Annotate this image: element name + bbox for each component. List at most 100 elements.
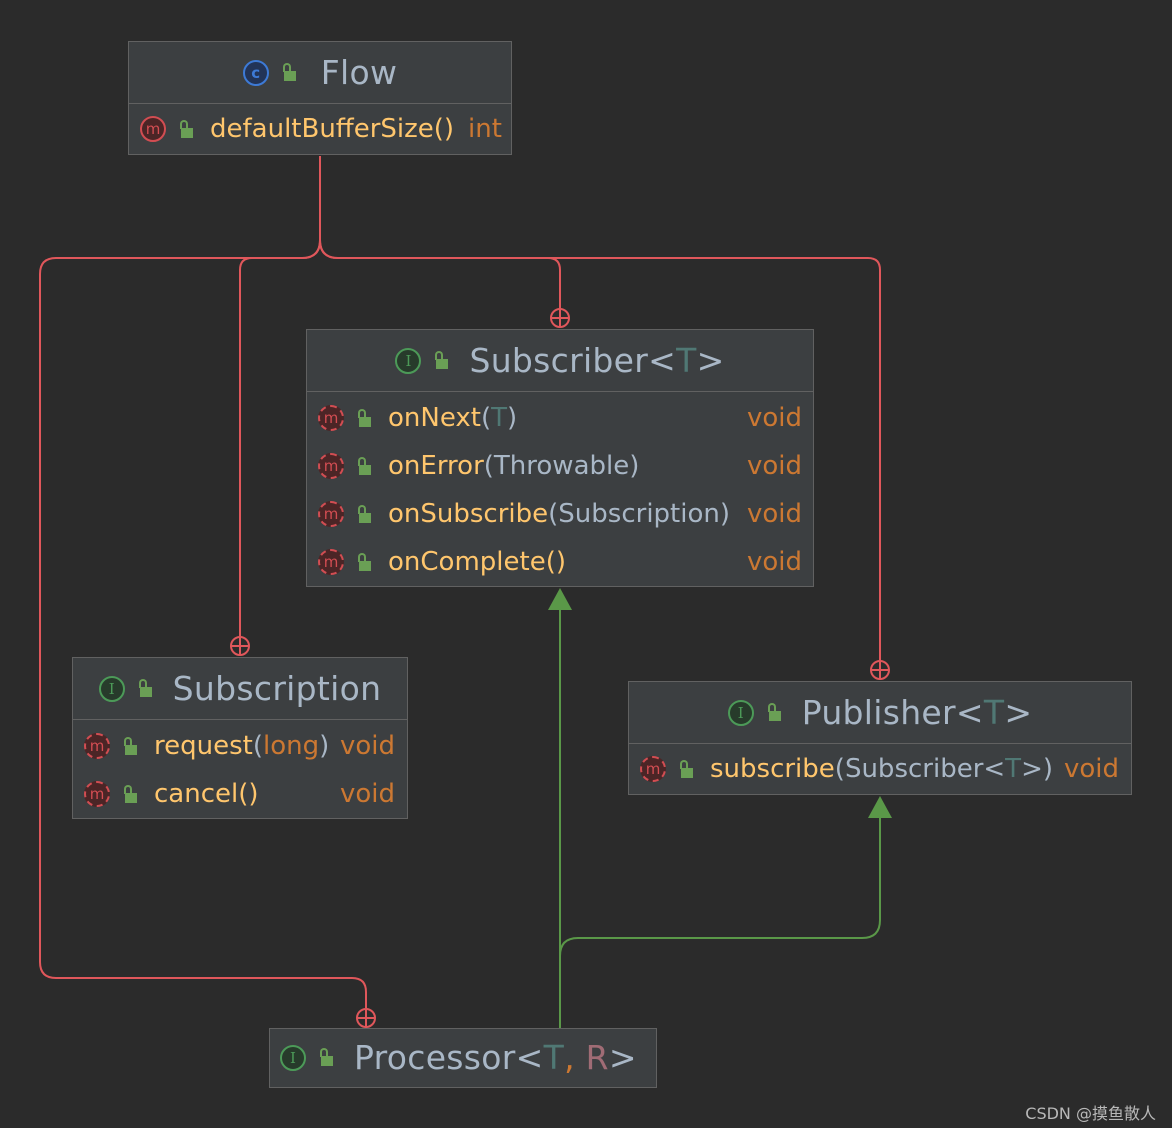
paren-open: ( bbox=[834, 754, 845, 784]
public-lock-icon bbox=[281, 63, 297, 82]
return-type: void bbox=[747, 451, 803, 481]
type-param: T bbox=[983, 693, 1005, 732]
param-type-arg: T bbox=[1005, 754, 1022, 784]
type-close: > bbox=[608, 1038, 637, 1077]
method-args: () bbox=[238, 779, 259, 809]
public-lock-icon bbox=[137, 679, 153, 698]
class-icon: c bbox=[242, 59, 269, 86]
return-type: void bbox=[747, 499, 803, 529]
param-type-close: > bbox=[1021, 754, 1043, 784]
abstract-method-icon: m bbox=[318, 405, 344, 431]
edge-processor-extends-publisher bbox=[559, 816, 881, 1028]
type-sep: , bbox=[564, 1038, 586, 1077]
subscription-methods: m request(long) void m cancel() void bbox=[73, 720, 407, 818]
publisher-title: Publisher<T> bbox=[802, 693, 1033, 732]
type-param-r: R bbox=[585, 1038, 609, 1077]
method-name: cancel bbox=[154, 779, 239, 809]
abstract-method-icon: m bbox=[640, 756, 666, 782]
return-type: void bbox=[1064, 754, 1120, 784]
subscriber-header: I Subscriber<T> bbox=[307, 330, 813, 392]
subscriber-methods: m onNext(T) void m onError(Throwable) vo… bbox=[307, 392, 813, 586]
method-name: onComplete bbox=[388, 547, 546, 577]
public-lock-icon bbox=[766, 703, 782, 722]
interface-icon: I bbox=[98, 675, 125, 702]
type-close: > bbox=[1004, 693, 1033, 732]
paren-close: ) bbox=[319, 731, 330, 761]
paren-open: ( bbox=[252, 731, 263, 761]
subscription-header: I Subscription bbox=[73, 658, 407, 720]
interface-icon: I bbox=[395, 347, 422, 374]
type-close: > bbox=[696, 341, 725, 380]
return-type: void bbox=[340, 731, 396, 761]
paren-close: ) bbox=[1042, 754, 1054, 784]
abstract-method-icon: m bbox=[318, 453, 344, 479]
abstract-method-icon: m bbox=[84, 733, 110, 759]
flow-header: c Flow bbox=[129, 42, 511, 104]
param-type: T bbox=[491, 403, 508, 433]
paren-close: ) bbox=[629, 451, 640, 481]
method-name: defaultBufferSize bbox=[210, 114, 434, 144]
type-open: < bbox=[955, 693, 984, 732]
abstract-method-icon: m bbox=[318, 501, 344, 527]
edge-flow-subscriber bbox=[319, 156, 561, 308]
method-name: onError bbox=[388, 451, 484, 481]
return-type: int bbox=[468, 114, 502, 144]
param-type: long bbox=[263, 731, 320, 761]
publisher-interface-box[interactable]: I Publisher<T> m subscribe(Subscriber< T >… bbox=[628, 681, 1132, 795]
method-row-onsubscribe[interactable]: m onSubscribe(Subscription) void bbox=[307, 490, 813, 538]
paren-open: ( bbox=[548, 499, 559, 529]
interface-name: Publisher bbox=[801, 693, 956, 732]
public-lock-icon bbox=[318, 1048, 334, 1067]
type-open: < bbox=[648, 341, 677, 380]
subscription-title: Subscription bbox=[172, 669, 382, 708]
method-row-defaultbuffersize[interactable]: m defaultBufferSize() int bbox=[129, 104, 511, 154]
paren-open: ( bbox=[483, 451, 494, 481]
abstract-method-icon: m bbox=[318, 549, 344, 575]
flow-title: Flow bbox=[320, 53, 398, 92]
public-lock-icon bbox=[678, 759, 694, 779]
method-name: onSubscribe bbox=[388, 499, 549, 529]
return-type: void bbox=[747, 403, 803, 433]
flow-class-box[interactable]: c Flow m defaultBufferSize() int bbox=[128, 41, 512, 155]
interface-name: Subscriber bbox=[469, 341, 649, 380]
param-type: Subscriber< bbox=[844, 754, 1006, 784]
public-lock-icon bbox=[122, 784, 138, 804]
processor-title: Processor<T, R> bbox=[354, 1038, 637, 1077]
public-lock-icon bbox=[356, 456, 372, 476]
public-lock-icon bbox=[178, 119, 194, 139]
abstract-method-icon: m bbox=[84, 781, 110, 807]
public-lock-icon bbox=[433, 351, 449, 370]
public-lock-icon bbox=[356, 408, 372, 428]
method-name: onNext bbox=[388, 403, 481, 433]
method-name: subscribe bbox=[710, 754, 835, 784]
method-icon: m bbox=[140, 116, 166, 142]
method-name: request bbox=[154, 731, 253, 761]
subscription-interface-box[interactable]: I Subscription m request(long) void m ca… bbox=[72, 657, 408, 819]
processor-header: I Processor<T, R> bbox=[270, 1029, 656, 1086]
watermark: CSDN @摸鱼散人 bbox=[1025, 1104, 1156, 1123]
subscriber-interface-box[interactable]: I Subscriber<T> m onNext(T) void m onErr… bbox=[306, 329, 814, 587]
interface-icon: I bbox=[280, 1044, 306, 1071]
method-args: () bbox=[433, 114, 455, 144]
method-row-onnext[interactable]: m onNext(T) void bbox=[307, 394, 813, 442]
method-row-cancel[interactable]: m cancel() void bbox=[73, 770, 407, 818]
type-param-t: T bbox=[543, 1038, 565, 1077]
processor-interface-box[interactable]: I Processor<T, R> bbox=[269, 1028, 657, 1088]
return-type: void bbox=[747, 547, 803, 577]
type-param: T bbox=[676, 341, 697, 380]
public-lock-icon bbox=[356, 504, 372, 524]
param-type: Throwable bbox=[493, 451, 630, 481]
type-open: < bbox=[515, 1038, 544, 1077]
publisher-header: I Publisher<T> bbox=[629, 682, 1131, 744]
interface-icon: I bbox=[727, 699, 754, 726]
paren-open: ( bbox=[480, 403, 492, 433]
method-row-oncomplete[interactable]: m onComplete() void bbox=[307, 538, 813, 586]
interface-name: Processor bbox=[354, 1038, 516, 1077]
method-row-request[interactable]: m request(long) void bbox=[73, 722, 407, 770]
method-row-subscribe[interactable]: m subscribe(Subscriber< T >) void bbox=[629, 744, 1131, 794]
paren-close: ) bbox=[507, 403, 518, 433]
method-row-onerror[interactable]: m onError(Throwable) void bbox=[307, 442, 813, 490]
method-args: () bbox=[545, 547, 566, 577]
public-lock-icon bbox=[122, 736, 138, 756]
subscriber-title: Subscriber<T> bbox=[469, 341, 724, 380]
